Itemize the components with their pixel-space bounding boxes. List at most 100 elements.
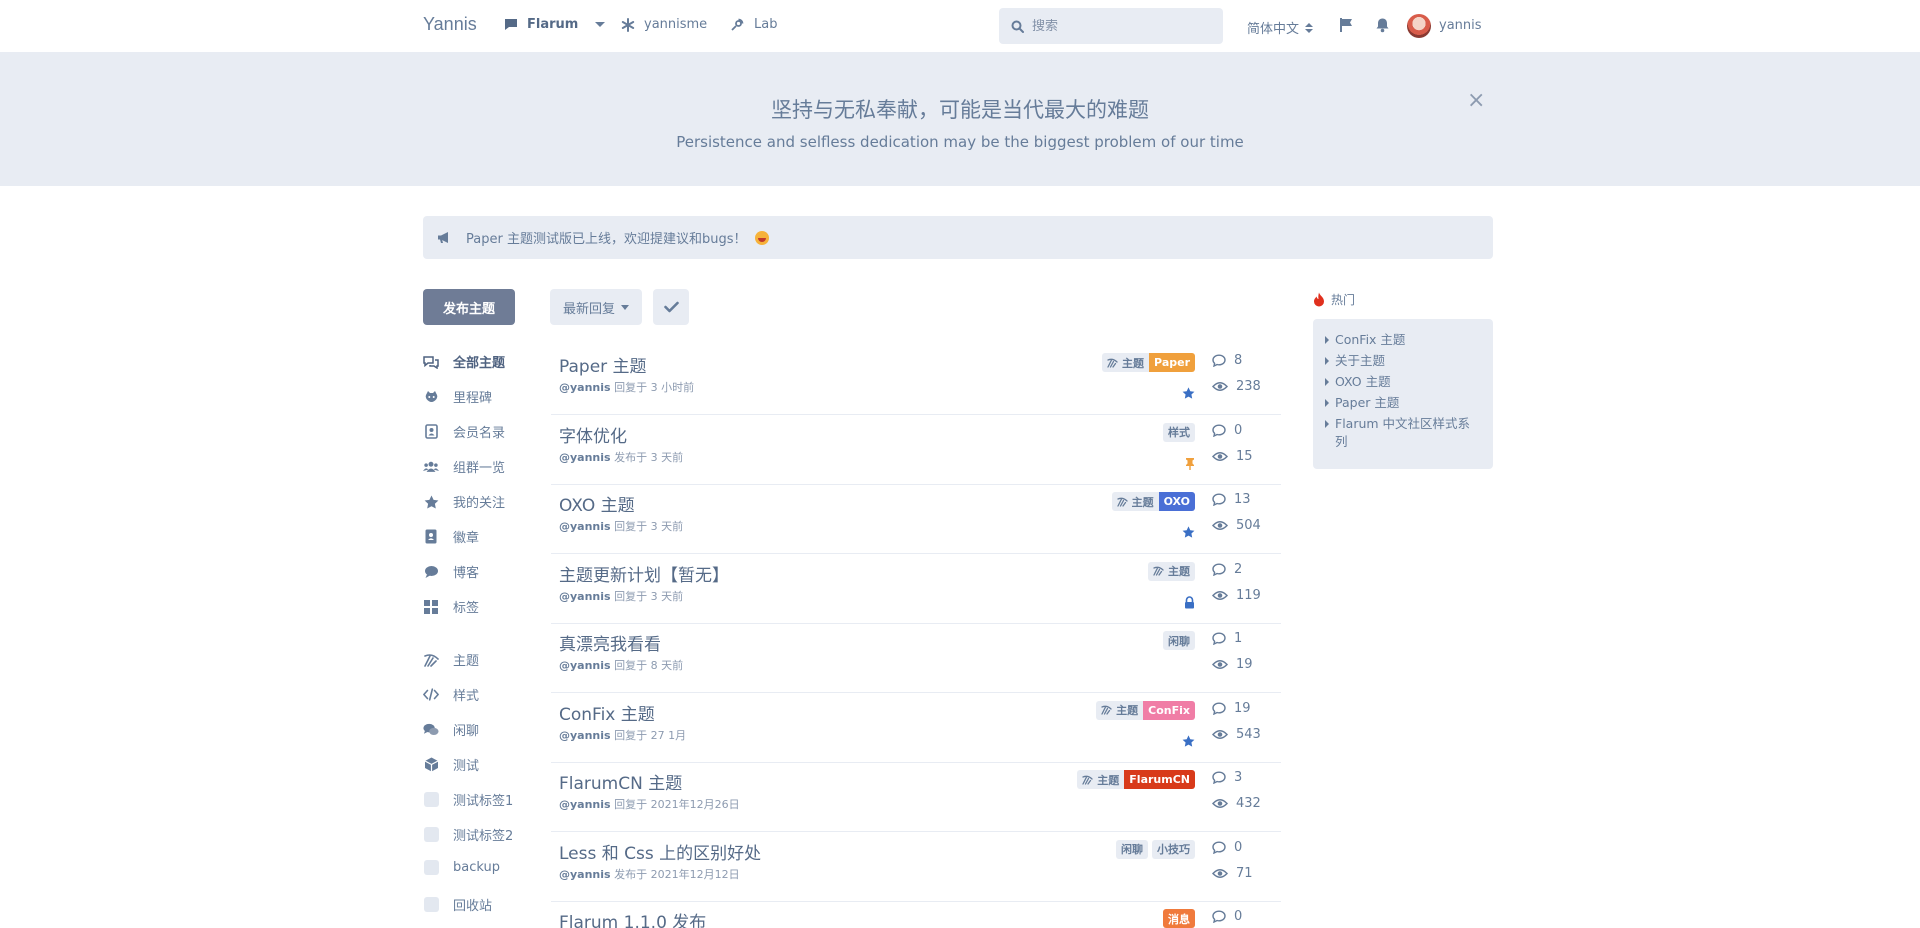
reply-count: 19 xyxy=(1212,701,1251,716)
username[interactable]: yannis xyxy=(1439,18,1482,33)
hot-discussion-link[interactable]: Flarum 中文社区样式系列 xyxy=(1325,415,1481,451)
discussion-author[interactable]: @yannis xyxy=(559,451,611,464)
discussion-author[interactable]: @yannis xyxy=(559,729,611,742)
discussion-row[interactable]: OXO 主题 @yannis 回复于 3 天前 主题 OXO 13 504 xyxy=(551,484,1281,554)
view-count: 19 xyxy=(1212,657,1253,672)
sidebar-item-all[interactable]: 全部主题 xyxy=(423,352,505,371)
discussion-author[interactable]: @yannis xyxy=(559,520,611,533)
flag-icon[interactable] xyxy=(1339,17,1354,33)
sidebar-item-label: 全部主题 xyxy=(453,356,506,371)
nav-flarum[interactable]: Flarum xyxy=(504,17,606,32)
discussion-title[interactable]: OXO 主题 xyxy=(559,491,635,516)
discussion-author[interactable]: @yannis xyxy=(559,798,611,811)
sidebar-tag-style[interactable]: 样式 xyxy=(423,685,479,704)
reply-count: 3 xyxy=(1212,770,1242,785)
sidebar-tag-backup[interactable]: backup xyxy=(423,860,500,875)
reply-count: 0 xyxy=(1212,840,1242,855)
discussion-author[interactable]: @yannis xyxy=(559,868,611,881)
nav-lab[interactable]: Lab xyxy=(730,17,777,32)
sidebar-item-milestone[interactable]: 里程碑 xyxy=(423,387,492,406)
language-selector[interactable]: 简体中文 xyxy=(1247,18,1314,37)
discussion-title[interactable]: 字体优化 xyxy=(559,422,627,447)
discussion-row[interactable]: Paper 主题 @yannis 回复于 3 小时前 主题 Paper 8 238 xyxy=(551,345,1281,415)
avatar[interactable] xyxy=(1407,14,1431,38)
hot-discussion-link[interactable]: ConFix 主题 xyxy=(1325,331,1481,349)
tag-label[interactable]: 闲聊 xyxy=(1163,631,1195,650)
sidebar-tag-trash[interactable]: 回收站 xyxy=(423,895,492,914)
discussion-row[interactable]: 真漂亮我看看 @yannis 回复于 8 天前 闲聊 1 19 xyxy=(551,623,1281,693)
discussion-title[interactable]: FlarumCN 主题 xyxy=(559,769,682,794)
tag-text: 闲聊 xyxy=(1168,634,1190,648)
discussion-title[interactable]: Flarum 1.1.0 发布 xyxy=(559,908,706,928)
eye-icon xyxy=(1212,659,1228,670)
sidebar-tag-theme[interactable]: 主题 xyxy=(423,650,479,669)
view-count-value: 432 xyxy=(1236,796,1261,811)
sidebar-item-groups[interactable]: 组群一览 xyxy=(423,457,505,476)
swatch-icon xyxy=(1153,566,1164,576)
tag-label[interactable]: 小技巧 xyxy=(1152,839,1195,859)
sidebar-item-label: 闲聊 xyxy=(453,724,480,739)
tag-label[interactable]: FlarumCN xyxy=(1124,770,1195,789)
hot-discussion-link[interactable]: OXO 主题 xyxy=(1325,373,1481,391)
discussion-row[interactable]: Less 和 Css 上的区别好处 @yannis 发布于 2021年12月12日… xyxy=(551,832,1281,902)
tag-label[interactable]: 样式 xyxy=(1163,422,1195,442)
hot-heading: 热门 xyxy=(1313,291,1355,308)
brand-logo[interactable]: Yannis xyxy=(423,14,477,35)
sidebar-item-badges[interactable]: 徽章 xyxy=(423,527,479,546)
view-count: 71 xyxy=(1212,866,1253,881)
fire-icon xyxy=(1313,292,1325,307)
tag-label[interactable]: 消息 xyxy=(1163,909,1195,928)
discussion-title[interactable]: Less 和 Css 上的区别好处 xyxy=(559,839,761,864)
discussion-row[interactable]: 字体优化 @yannis 发布于 3 天前 样式 0 15 xyxy=(551,415,1281,485)
discussion-meta: @yannis 回复于 3 天前 xyxy=(559,588,683,604)
swatch-icon xyxy=(1107,358,1118,368)
grinning-emoji-icon xyxy=(755,230,770,245)
discussion-title[interactable]: Paper 主题 xyxy=(559,352,647,377)
sidebar-tag-test2[interactable]: 测试标签2 xyxy=(423,825,513,844)
nav-yannisme[interactable]: yannisme xyxy=(621,17,707,32)
discussion-row[interactable]: FlarumCN 主题 @yannis 回复于 2021年12月26日 主题 Flar… xyxy=(551,762,1281,832)
discussion-author[interactable]: @yannis xyxy=(559,381,611,394)
tag-label[interactable]: 主题 xyxy=(1077,770,1125,789)
tag-label[interactable]: 闲聊 xyxy=(1116,839,1148,859)
sort-dropdown[interactable]: 最新回复 xyxy=(550,289,642,325)
sidebar-item-tags[interactable]: 标签 xyxy=(423,597,479,616)
tag-square-icon xyxy=(423,897,439,912)
sidebar-tag-test1[interactable]: 测试标签1 xyxy=(423,790,513,809)
discussion-row[interactable]: 主题更新计划【暂无】 @yannis 回复于 3 天前 主题 2 119 xyxy=(551,554,1281,624)
search-input[interactable] xyxy=(1032,18,1212,34)
sidebar-item-members[interactable]: 会员名录 xyxy=(423,422,505,441)
discussion-title[interactable]: 主题更新计划【暂无】 xyxy=(559,561,729,586)
start-discussion-button[interactable]: 发布主题 xyxy=(423,289,515,325)
bell-icon[interactable] xyxy=(1375,17,1390,33)
welcome-hero: 坚持与无私奉献，可能是当代最大的难题 Persistence and selfl… xyxy=(0,52,1920,186)
mark-all-read-button[interactable] xyxy=(653,289,689,325)
search-box[interactable] xyxy=(999,8,1223,44)
caret-right-icon xyxy=(1325,420,1329,428)
discussion-time: 回复于 3 小时前 xyxy=(614,381,695,394)
discussion-row[interactable]: ConFix 主题 @yannis 回复于 27 1月 主题 ConFix 19 543 xyxy=(551,693,1281,763)
asterisk-icon xyxy=(621,17,635,32)
sidebar-item-following[interactable]: 我的关注 xyxy=(423,492,505,511)
tag-label[interactable]: 主题 xyxy=(1096,700,1144,720)
close-icon[interactable]: × xyxy=(1467,88,1485,113)
tag-label[interactable]: 主题 xyxy=(1111,492,1159,511)
discussion-author[interactable]: @yannis xyxy=(559,590,611,603)
discussion-author[interactable]: @yannis xyxy=(559,659,611,672)
sidebar-tag-test[interactable]: 测试 xyxy=(423,755,479,774)
discussion-title[interactable]: 真漂亮我看看 xyxy=(559,630,661,655)
sidebar-item-blog[interactable]: 博客 xyxy=(423,562,479,581)
discussion-title[interactable]: ConFix 主题 xyxy=(559,700,655,725)
tag-label[interactable]: Paper xyxy=(1149,353,1195,372)
sidebar-tag-chat[interactable]: 闲聊 xyxy=(423,720,479,739)
hot-discussion-link[interactable]: 关于主题 xyxy=(1325,352,1481,370)
tag-label[interactable]: 主题 xyxy=(1148,561,1195,581)
tag-label[interactable]: ConFix xyxy=(1143,700,1195,720)
discussion-row[interactable]: Flarum 1.1.0 发布 消息 0 xyxy=(551,901,1281,928)
discussion-tags: 主题 ConFix xyxy=(1096,700,1195,720)
tag-label[interactable]: 主题 xyxy=(1102,353,1150,372)
tag-label[interactable]: OXO xyxy=(1158,492,1195,511)
star-icon xyxy=(1182,734,1195,747)
sidebar-item-label: 徽章 xyxy=(453,531,480,546)
hot-discussion-link[interactable]: Paper 主题 xyxy=(1325,394,1481,412)
